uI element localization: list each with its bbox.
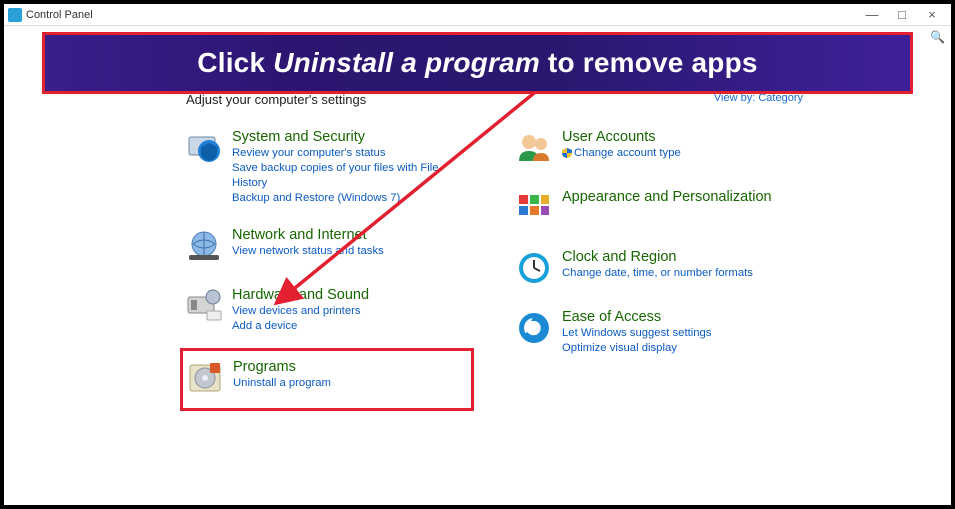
- ease-of-access-icon: [514, 308, 554, 348]
- category-title[interactable]: Appearance and Personalization: [562, 188, 772, 206]
- category-title[interactable]: User Accounts: [562, 128, 681, 146]
- banner-prefix: Click: [197, 47, 273, 78]
- link-devices-printers[interactable]: View devices and printers: [232, 304, 369, 319]
- category-title[interactable]: System and Security: [232, 128, 470, 146]
- link-add-device[interactable]: Add a device: [232, 319, 369, 334]
- appearance-icon: [514, 188, 554, 228]
- user-accounts-icon: [514, 128, 554, 168]
- shield-icon: [562, 148, 572, 158]
- link-review-status[interactable]: Review your computer's status: [232, 146, 470, 161]
- category-programs[interactable]: Programs Uninstall a program: [185, 354, 465, 402]
- link-date-time-formats[interactable]: Change date, time, or number formats: [562, 266, 753, 281]
- link-uninstall-program[interactable]: Uninstall a program: [233, 376, 331, 391]
- category-ease-of-access[interactable]: Ease of Access Let Windows suggest setti…: [514, 304, 804, 360]
- category-network-internet[interactable]: Network and Internet View network status…: [184, 222, 474, 270]
- category-title[interactable]: Programs: [233, 358, 331, 376]
- minimize-button[interactable]: —: [857, 7, 887, 22]
- banner-italic: Uninstall a program: [273, 47, 540, 78]
- category-title[interactable]: Clock and Region: [562, 248, 753, 266]
- category-title[interactable]: Hardware and Sound: [232, 286, 369, 304]
- banner-suffix: to remove apps: [540, 47, 758, 78]
- category-hardware-sound[interactable]: Hardware and Sound View devices and prin…: [184, 282, 474, 338]
- network-icon: [184, 226, 224, 266]
- clock-icon: [514, 248, 554, 288]
- link-windows-suggest[interactable]: Let Windows suggest settings: [562, 326, 711, 341]
- window-frame: Control Panel — □ × 🔍 Click Uninstall a …: [0, 0, 955, 509]
- category-system-security[interactable]: System and Security Review your computer…: [184, 124, 474, 210]
- category-appearance[interactable]: Appearance and Personalization: [514, 184, 804, 232]
- category-user-accounts[interactable]: User Accounts Change account type: [514, 124, 804, 172]
- category-title[interactable]: Ease of Access: [562, 308, 711, 326]
- system-security-icon: [184, 128, 224, 168]
- category-clock-region[interactable]: Clock and Region Change date, time, or n…: [514, 244, 804, 292]
- maximize-button[interactable]: □: [887, 7, 917, 22]
- instruction-banner: Click Uninstall a program to remove apps: [42, 32, 913, 94]
- hardware-icon: [184, 286, 224, 326]
- link-network-status[interactable]: View network status and tasks: [232, 244, 384, 259]
- page-heading: Adjust your computer's settings: [186, 92, 366, 107]
- right-column: User Accounts Change account type Appear…: [514, 124, 804, 411]
- link-backup-restore[interactable]: Backup and Restore (Windows 7): [232, 191, 470, 206]
- close-button[interactable]: ×: [917, 7, 947, 22]
- link-change-account-type[interactable]: Change account type: [562, 146, 681, 161]
- left-column: System and Security Review your computer…: [184, 124, 474, 411]
- link-file-history[interactable]: Save backup copies of your files with Fi…: [232, 161, 470, 191]
- programs-icon: [185, 358, 225, 398]
- titlebar: Control Panel — □ ×: [4, 4, 951, 26]
- app-icon: [8, 8, 22, 22]
- window-title: Control Panel: [26, 9, 93, 21]
- search-icon[interactable]: 🔍: [930, 30, 945, 44]
- link-optimize-display[interactable]: Optimize visual display: [562, 341, 711, 356]
- programs-highlight: Programs Uninstall a program: [180, 348, 474, 411]
- category-title[interactable]: Network and Internet: [232, 226, 384, 244]
